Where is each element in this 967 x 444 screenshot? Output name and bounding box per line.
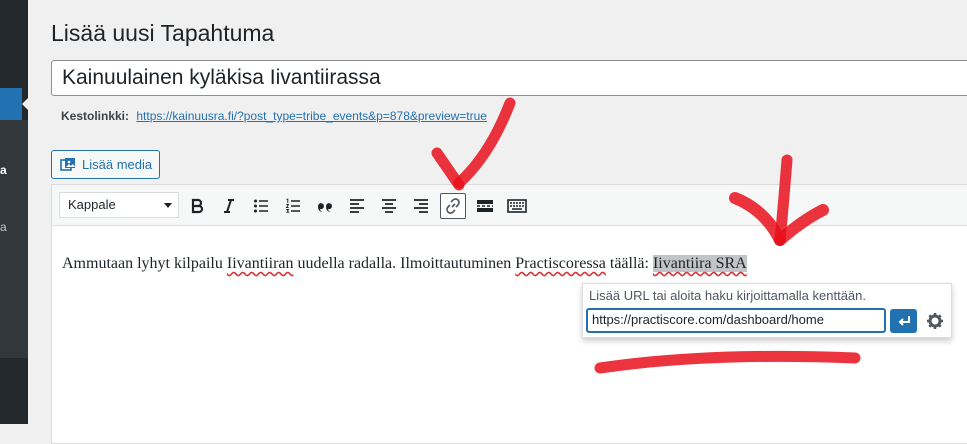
numbered-list-button[interactable] [280,193,306,219]
sidebar-item-label[interactable]: a [0,163,7,177]
content-text: täällä: [605,255,653,272]
link-settings-button[interactable] [923,309,947,333]
enter-icon [898,316,910,326]
insert-link-button[interactable] [440,193,466,219]
bold-button[interactable] [184,193,210,219]
content-text-misspelled: Practiscoressa [515,255,606,272]
keyboard-icon [507,199,527,213]
content-text: uudella radalla. Ilmoittautuminen [293,255,516,272]
numbered-list-icon [285,198,300,213]
content-text: Ammutaan lyhyt kilpailu [62,255,227,272]
bullet-list-icon [254,199,268,213]
admin-sidebar: a a [0,0,30,424]
align-left-button[interactable] [344,193,370,219]
bold-icon [191,198,204,214]
apply-link-button[interactable] [890,309,917,333]
align-right-icon [414,199,428,213]
selected-link-text[interactable]: Iivantiira SRA [652,255,747,272]
page-title: Lisää uusi Tapahtuma [51,20,275,46]
permalink-url-link[interactable]: https://kainuusra.fi/?post_type=tribe_ev… [136,109,487,123]
sidebar-item-label[interactable]: a [0,220,7,234]
read-more-button[interactable] [472,193,498,219]
format-select-value: Kappale [68,197,116,212]
content-text-misspelled: Iivantiiran [226,255,294,272]
permalink-label: Kestolinkki: [61,109,130,123]
post-title-input[interactable]: Kainuulainen kyläkisa Iivantiirassa [51,60,967,96]
link-popup: Lisää URL tai aloita haku kirjoittamalla… [582,283,952,338]
permalink: Kestolinkki: https://kainuusra.fi/?post_… [61,109,487,123]
admin-submenu [0,120,28,358]
editor-toolbar: Kappale [52,185,967,226]
link-icon [446,198,460,214]
read-more-icon [477,200,493,212]
bullet-list-button[interactable] [248,193,274,219]
align-center-button[interactable] [376,193,402,219]
toolbar-toggle-button[interactable] [504,193,530,219]
chevron-down-icon [164,203,172,208]
admin-menu-active-item[interactable] [0,88,22,120]
url-input[interactable]: https://practiscore.com/dashboard/home [586,308,886,333]
quote-icon [318,203,332,212]
italic-button[interactable] [216,193,242,219]
format-select[interactable]: Kappale [59,192,179,218]
italic-icon [224,199,234,213]
gear-icon [927,313,943,329]
editor-content[interactable]: Ammutaan lyhyt kilpailu Iivantiiran uude… [62,255,747,273]
blockquote-button[interactable] [312,193,338,219]
add-media-button[interactable]: Lisää media [51,150,160,179]
media-icon [60,157,75,171]
align-left-icon [350,199,364,213]
active-menu-arrow [22,96,30,112]
align-center-icon [382,199,396,213]
add-media-label: Lisää media [82,157,153,172]
align-right-button[interactable] [408,193,434,219]
link-popup-hint: Lisää URL tai aloita haku kirjoittamalla… [589,288,866,303]
